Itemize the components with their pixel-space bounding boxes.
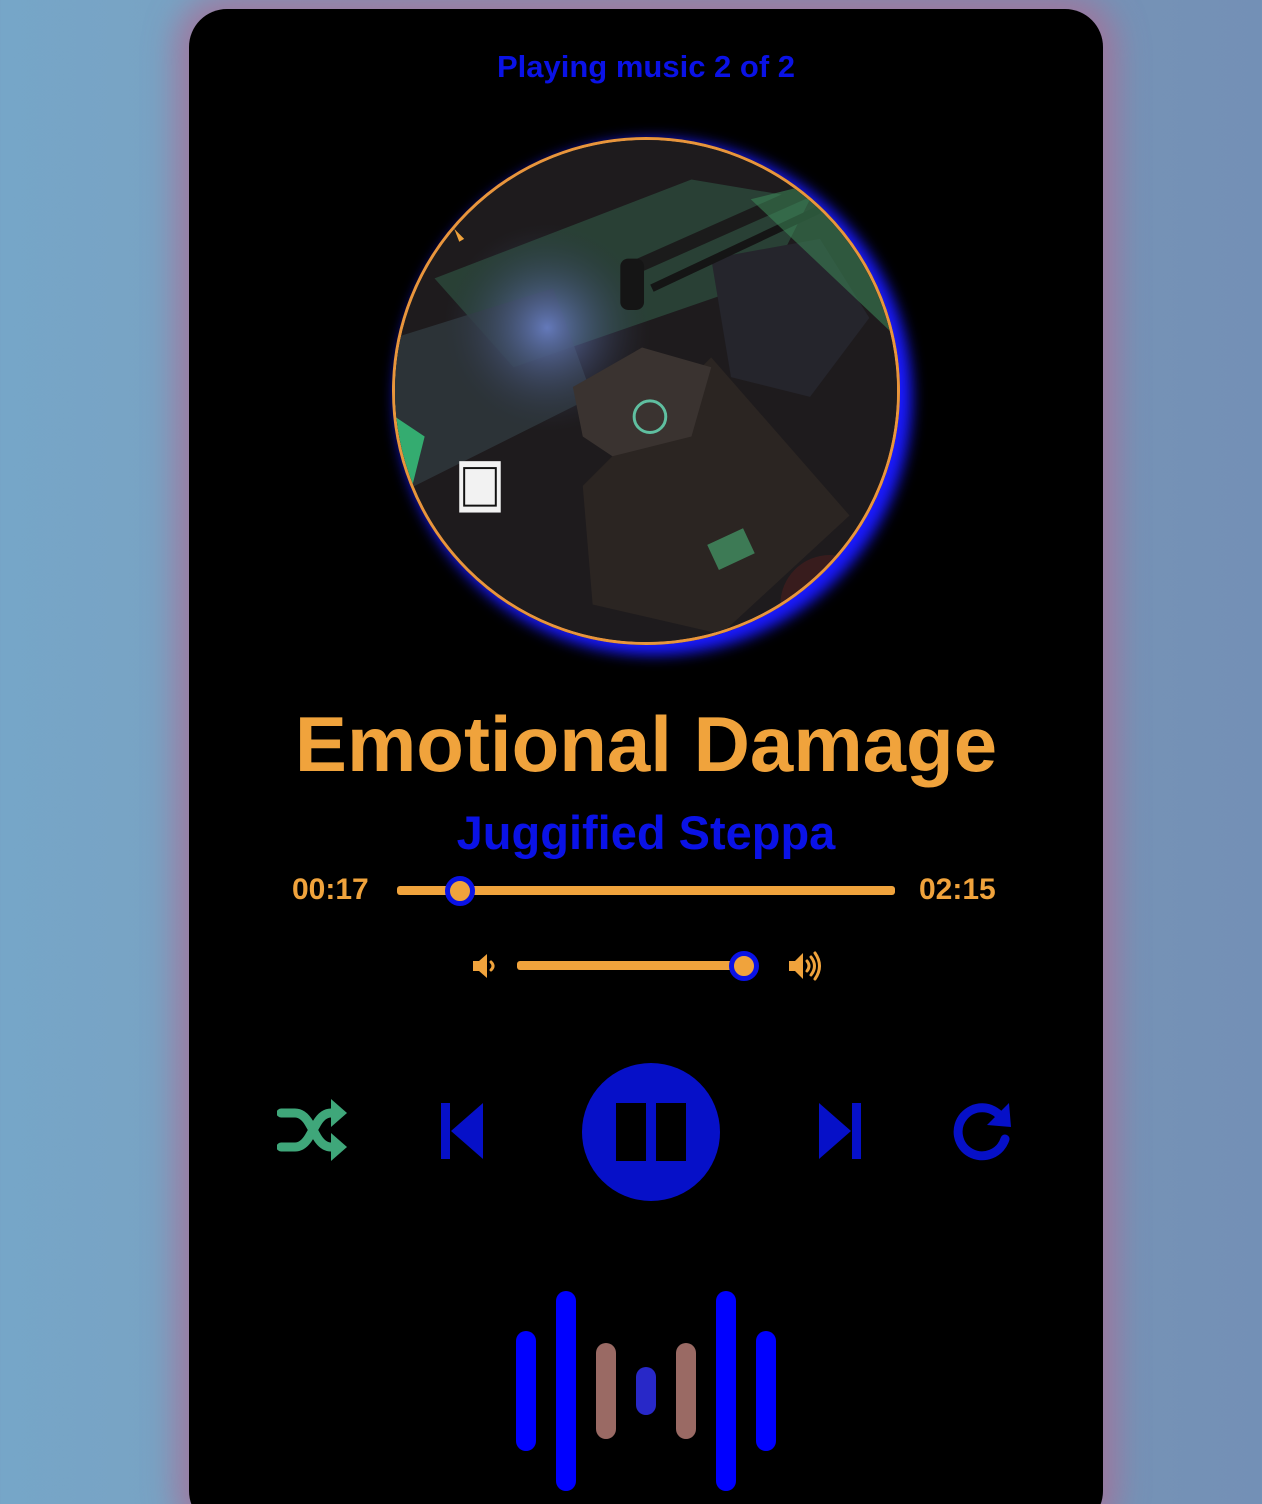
visualizer-bar <box>756 1331 776 1451</box>
shuffle-icon[interactable] <box>277 1099 347 1161</box>
pause-icon <box>616 1103 686 1161</box>
play-pause-button[interactable] <box>582 1063 720 1201</box>
music-player-card: Playing music 2 of 2 Emotional Damage Ju… <box>189 9 1103 1504</box>
visualizer-bar <box>636 1367 656 1415</box>
visualizer-bar <box>716 1291 736 1491</box>
visualizer-bar <box>596 1343 616 1439</box>
album-art-image <box>395 140 897 642</box>
track-title: Emotional Damage <box>294 700 998 788</box>
visualizer-bar <box>516 1331 536 1451</box>
skip-forward-icon[interactable] <box>817 1101 861 1161</box>
skip-back-icon[interactable] <box>441 1101 485 1161</box>
total-time: 02:15 <box>919 873 996 906</box>
album-art <box>392 137 900 645</box>
track-artist: Juggified Steppa <box>456 806 836 859</box>
volume-low-icon[interactable] <box>471 951 497 981</box>
current-time: 00:17 <box>292 873 369 906</box>
now-playing-label: Playing music 2 of 2 <box>496 49 796 84</box>
visualizer-bar <box>676 1343 696 1439</box>
repeat-icon[interactable] <box>953 1101 1013 1161</box>
seek-thumb[interactable] <box>444 876 475 906</box>
volume-high-icon[interactable] <box>787 949 823 983</box>
volume-thumb[interactable] <box>728 951 759 981</box>
visualizer-bar <box>556 1291 576 1491</box>
volume-bar[interactable] <box>517 961 753 970</box>
